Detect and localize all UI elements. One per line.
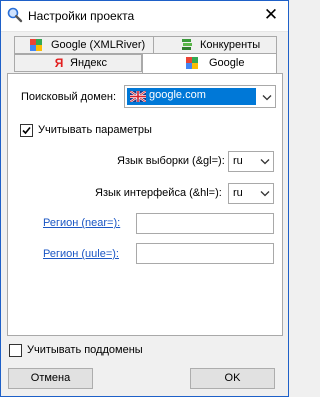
- use-subdomains-checkbox[interactable]: [9, 344, 22, 357]
- tab-label: Конкуренты: [200, 39, 261, 51]
- gl-value: ru: [233, 155, 243, 167]
- chevron-down-icon: [260, 191, 270, 197]
- yandex-icon: Я: [54, 56, 64, 70]
- tab-yandex[interactable]: Я Яндекс: [14, 54, 142, 72]
- use-params-checkbox[interactable]: [20, 124, 33, 137]
- selected-option: google.com: [127, 88, 256, 105]
- project-settings-window: Настройки проекта ✕ Google (XMLRiver) Ко…: [0, 0, 289, 397]
- gl-label: Язык выборки (&gl=):: [117, 155, 225, 167]
- uk-flag-icon: [130, 91, 146, 102]
- close-icon: ✕: [263, 5, 279, 24]
- title-bar[interactable]: Настройки проекта ✕: [1, 1, 288, 32]
- region-uule-input[interactable]: [136, 243, 274, 264]
- tab-label: Google: [209, 57, 245, 69]
- window-title: Настройки проекта: [28, 9, 135, 23]
- region-near-link[interactable]: Регион (near=):: [43, 217, 120, 229]
- use-params-label: Учитывать параметры: [38, 124, 152, 136]
- search-domain-label: Поисковый домен:: [21, 91, 117, 103]
- region-near-input[interactable]: [136, 213, 274, 234]
- chevron-down-icon: [262, 95, 272, 101]
- cancel-button[interactable]: Отмена: [8, 368, 93, 389]
- hl-label: Язык интерфейса (&hl=):: [95, 187, 222, 199]
- domain-value: google.com: [149, 89, 206, 101]
- tab-competitors[interactable]: Конкуренты: [153, 36, 277, 54]
- search-domain-select[interactable]: google.com: [124, 85, 276, 108]
- hl-select[interactable]: ru: [228, 183, 274, 204]
- google-icon: [30, 39, 42, 51]
- close-button[interactable]: ✕: [254, 1, 288, 31]
- checkmark-icon: [22, 126, 31, 135]
- tab-label: Google (XMLRiver): [51, 39, 146, 51]
- tab-google[interactable]: Google: [142, 53, 277, 73]
- tab-label: Яндекс: [70, 57, 107, 69]
- google-settings-panel: Поисковый домен: google.com Учитывать па…: [7, 73, 283, 336]
- magnifier-icon: [7, 7, 23, 23]
- tab-google-xmlriver[interactable]: Google (XMLRiver): [14, 36, 154, 54]
- region-uule-link[interactable]: Регион (uule=):: [43, 248, 119, 260]
- google-icon: [186, 57, 198, 69]
- gl-select[interactable]: ru: [228, 151, 274, 172]
- competitors-icon: [182, 39, 192, 50]
- use-subdomains-label: Учитывать поддомены: [27, 344, 143, 356]
- hl-value: ru: [233, 187, 243, 199]
- chevron-down-icon: [260, 159, 270, 165]
- ok-button[interactable]: OK: [190, 368, 275, 389]
